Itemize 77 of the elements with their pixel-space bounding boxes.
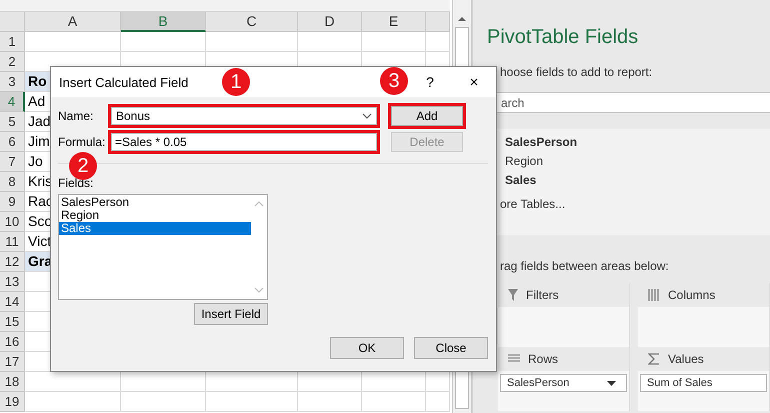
- column-header[interactable]: B: [121, 12, 206, 32]
- row-header[interactable]: 6: [0, 132, 25, 152]
- columns-icon: [648, 289, 660, 301]
- row-header[interactable]: 15: [0, 312, 25, 332]
- name-combobox[interactable]: Bonus: [111, 107, 377, 125]
- area-label: Filters: [526, 288, 559, 302]
- column-header[interactable]: E: [362, 12, 426, 32]
- row-header[interactable]: 14: [0, 292, 25, 312]
- table-cell[interactable]: [25, 32, 121, 52]
- row-header[interactable]: 12: [0, 252, 25, 272]
- field-label: Formula:: [58, 135, 106, 149]
- row-header[interactable]: 3: [0, 72, 25, 92]
- column-header[interactable]: [426, 12, 450, 32]
- add-button[interactable]: Add: [391, 106, 463, 126]
- drop-area[interactable]: SalesPerson: [498, 371, 629, 411]
- row-header[interactable]: 18: [0, 372, 25, 392]
- list-item[interactable]: Sales: [59, 222, 251, 235]
- chevron-down-icon[interactable]: [362, 113, 372, 119]
- table-cell[interactable]: [121, 32, 206, 52]
- pane-title: PivotTable Fields: [486, 25, 640, 50]
- table-cell[interactable]: [362, 392, 426, 412]
- row-header[interactable]: 2: [0, 52, 25, 72]
- table-cell[interactable]: [298, 392, 362, 412]
- scroll-up-icon[interactable]: [456, 14, 468, 24]
- field-label: Name:: [58, 109, 94, 123]
- column-header[interactable]: D: [298, 12, 362, 32]
- rows-icon: [508, 354, 520, 364]
- table-cell[interactable]: [206, 32, 298, 52]
- drop-area[interactable]: Sum of Sales: [638, 371, 769, 411]
- list-item[interactable]: Region: [59, 209, 251, 222]
- row-header[interactable]: 7: [0, 152, 25, 172]
- insert-field-button[interactable]: Insert Field: [194, 303, 268, 325]
- column-header[interactable]: C: [206, 12, 298, 32]
- row-header[interactable]: 19: [0, 392, 25, 412]
- table-cell[interactable]: [298, 32, 362, 52]
- area-label: Values: [668, 352, 704, 366]
- table-cell[interactable]: [362, 32, 426, 52]
- help-button[interactable]: ?: [408, 67, 452, 97]
- instruction-text: rag fields between areas below:: [499, 258, 670, 275]
- dialog-button[interactable]: OK: [330, 337, 404, 359]
- row-header[interactable]: 16: [0, 332, 25, 352]
- sigma-icon: [648, 353, 660, 365]
- area-label: Columns: [668, 288, 716, 302]
- row-header[interactable]: 17: [0, 352, 25, 372]
- row-header[interactable]: 11: [0, 232, 25, 252]
- drop-area[interactable]: [498, 307, 629, 347]
- row-header[interactable]: 8: [0, 172, 25, 192]
- field-item[interactable]: Sales: [505, 171, 536, 190]
- list-item[interactable]: SalesPerson: [59, 196, 251, 209]
- dialog-button[interactable]: Close: [414, 337, 488, 359]
- row-header[interactable]: 10: [0, 212, 25, 232]
- more-tables-link[interactable]: ore Tables...: [500, 197, 566, 211]
- table-cell[interactable]: [426, 392, 450, 412]
- fields-listbox[interactable]: SalesPerson Region Sales: [58, 194, 268, 300]
- row-header[interactable]: 13: [0, 272, 25, 292]
- row-header[interactable]: 1: [0, 32, 25, 52]
- filter-icon: [508, 289, 518, 301]
- drop-area[interactable]: [638, 307, 769, 347]
- select-all-corner[interactable]: [0, 12, 25, 32]
- field-chip[interactable]: SalesPerson: [500, 374, 627, 392]
- row-header[interactable]: 9: [0, 192, 25, 212]
- table-cell[interactable]: [426, 32, 450, 52]
- field-item[interactable]: SalesPerson: [505, 133, 578, 152]
- table-cell[interactable]: [121, 392, 206, 412]
- row-header[interactable]: 4: [0, 92, 25, 112]
- field-chip[interactable]: Sum of Sales: [640, 374, 767, 392]
- formula-field[interactable]: =Sales * 0.05: [111, 133, 377, 151]
- area-label: Rows: [528, 352, 558, 366]
- table-cell[interactable]: [206, 392, 298, 412]
- row-header[interactable]: 5: [0, 112, 25, 132]
- field-item[interactable]: Region: [505, 152, 544, 171]
- dialog-title: Insert Calculated Field: [59, 74, 188, 90]
- scroll-down-icon[interactable]: [254, 287, 264, 293]
- table-cell[interactable]: [25, 392, 121, 412]
- dropdown-arrow-icon[interactable]: [607, 380, 616, 386]
- instruction-text: hoose fields to add to report:: [499, 64, 654, 81]
- column-header[interactable]: A: [25, 12, 121, 32]
